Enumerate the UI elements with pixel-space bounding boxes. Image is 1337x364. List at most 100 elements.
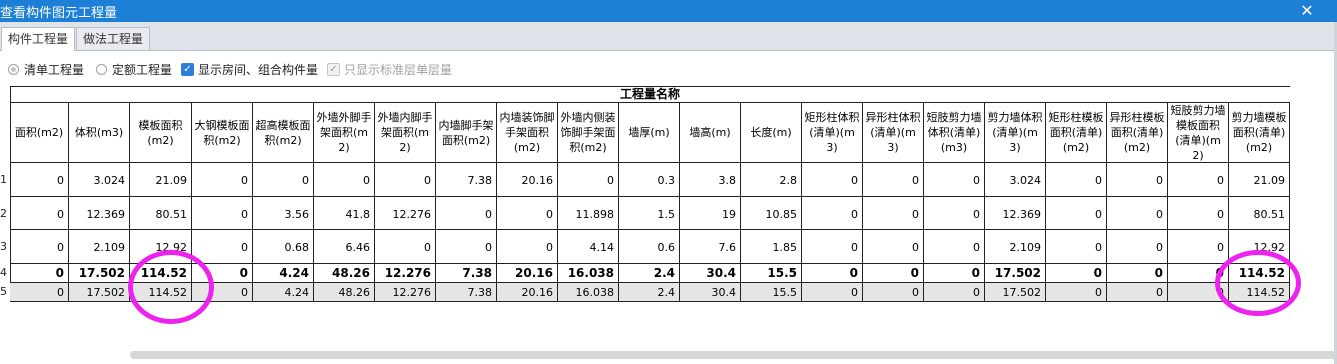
column-header[interactable]: 长度(m) [741, 103, 802, 163]
table-cell[interactable]: 3.56 [253, 197, 314, 230]
column-header[interactable]: 外墙内脚手架面积(m2) [375, 103, 436, 163]
table-cell[interactable]: 11.898 [558, 197, 619, 230]
table-cell[interactable]: 21.09 [130, 163, 192, 197]
table-cell[interactable]: 1.5 [619, 197, 680, 230]
column-header[interactable]: 短肢剪力墙模板面积(清单)(m2) [1168, 103, 1229, 163]
table-cell[interactable]: 0 [1107, 197, 1168, 230]
table-cell[interactable]: 0 [1046, 283, 1107, 302]
table-cell[interactable]: 16.038 [558, 283, 619, 302]
table-cell[interactable]: 4.24 [253, 264, 314, 283]
column-header[interactable]: 异形柱体积(清单)(m3) [863, 103, 924, 163]
column-header[interactable]: 墙厚(m) [619, 103, 680, 163]
column-header[interactable]: 剪力墙体积(清单)(m3) [985, 103, 1046, 163]
table-cell[interactable]: 0 [1046, 230, 1107, 264]
column-header[interactable]: 内墙装饰脚手架面积(m2) [497, 103, 558, 163]
table-cell[interactable]: 80.51 [130, 197, 192, 230]
table-cell[interactable]: 0 [497, 230, 558, 264]
table-cell[interactable]: 15.5 [741, 283, 802, 302]
table-cell[interactable]: 17.502 [69, 264, 130, 283]
table-cell[interactable]: 17.502 [985, 264, 1046, 283]
table-cell[interactable]: 1.85 [741, 230, 802, 264]
table-cell[interactable]: 6.46 [314, 230, 375, 264]
table-cell[interactable]: 7.6 [680, 230, 741, 264]
table-cell[interactable]: 2.109 [985, 230, 1046, 264]
table-cell[interactable]: 12.276 [375, 264, 436, 283]
column-header[interactable]: 面积(m2) [10, 103, 69, 163]
table-cell[interactable]: 0 [436, 230, 497, 264]
column-header[interactable]: 内墙脚手架面积(m2) [436, 103, 497, 163]
table-cell[interactable]: 12.369 [985, 197, 1046, 230]
table-cell[interactable]: 4.24 [253, 283, 314, 302]
table-cell[interactable]: 2.8 [741, 163, 802, 197]
table-cell[interactable]: 12.276 [375, 197, 436, 230]
table-cell[interactable]: 0 [1046, 264, 1107, 283]
table-cell[interactable]: 3.024 [69, 163, 130, 197]
table-cell[interactable]: 48.26 [314, 283, 375, 302]
table-cell[interactable]: 0 [863, 163, 924, 197]
table-cell[interactable]: 0 [863, 283, 924, 302]
table-cell[interactable]: 41.8 [314, 197, 375, 230]
table-cell[interactable]: 0 [10, 230, 69, 264]
column-header[interactable]: 大钢模板面积(m2) [192, 103, 253, 163]
table-cell[interactable]: 0.68 [253, 230, 314, 264]
table-cell[interactable]: 0 [924, 163, 985, 197]
table-cell[interactable]: 20.16 [497, 283, 558, 302]
table-cell[interactable]: 2.4 [619, 264, 680, 283]
table-cell[interactable]: 0 [863, 197, 924, 230]
table-cell[interactable]: 0 [802, 283, 863, 302]
column-header[interactable]: 外墙内侧装饰脚手架面积(m2) [558, 103, 619, 163]
table-cell[interactable]: 0 [924, 197, 985, 230]
table-cell[interactable]: 0 [10, 264, 69, 283]
table-cell[interactable]: 0 [375, 163, 436, 197]
table-cell[interactable]: 7.38 [436, 163, 497, 197]
table-cell[interactable]: 0 [10, 197, 69, 230]
table-cell[interactable]: 0 [1107, 230, 1168, 264]
table-cell[interactable]: 0 [802, 264, 863, 283]
table-cell[interactable]: 20.16 [497, 163, 558, 197]
table-cell[interactable]: 15.5 [741, 264, 802, 283]
tab-method-quantity[interactable]: 做法工程量 [76, 27, 151, 50]
horizontal-scrollbar[interactable] [130, 351, 1337, 359]
table-cell[interactable]: 0 [802, 163, 863, 197]
table-cell[interactable]: 7.38 [436, 264, 497, 283]
table-cell[interactable]: 3.8 [680, 163, 741, 197]
column-header[interactable]: 模板面积(m2) [130, 103, 192, 163]
table-cell[interactable]: 4.14 [558, 230, 619, 264]
table-cell[interactable]: 0.6 [619, 230, 680, 264]
table-cell[interactable]: 17.502 [985, 283, 1046, 302]
table-cell[interactable]: 0 [253, 163, 314, 197]
table-cell[interactable]: 0 [1168, 197, 1229, 230]
table-cell[interactable]: 80.51 [1229, 197, 1290, 230]
table-cell[interactable]: 0 [802, 230, 863, 264]
table-cell[interactable]: 0 [10, 163, 69, 197]
table-cell[interactable]: 0 [314, 163, 375, 197]
table-cell[interactable]: 2.109 [69, 230, 130, 264]
column-header[interactable]: 异形柱模板面积(清单)(m2) [1107, 103, 1168, 163]
tab-component-quantity[interactable]: 构件工程量 [1, 27, 76, 51]
column-header[interactable]: 外墙外脚手架面积(m2) [314, 103, 375, 163]
table-cell[interactable]: 0 [192, 230, 253, 264]
table-cell[interactable]: 12.369 [69, 197, 130, 230]
table-cell[interactable]: 0 [863, 230, 924, 264]
column-header[interactable]: 矩形柱模板面积(清单)(m2) [1046, 103, 1107, 163]
column-header[interactable]: 短肢剪力墙体积(清单)(m3) [924, 103, 985, 163]
table-cell[interactable]: 0 [1107, 264, 1168, 283]
column-header[interactable]: 体积(m3) [69, 103, 130, 163]
table-cell[interactable]: 21.09 [1229, 163, 1290, 197]
table-cell[interactable]: 0 [192, 197, 253, 230]
table-cell[interactable]: 0 [924, 230, 985, 264]
table-cell[interactable]: 0 [10, 283, 69, 302]
table-cell[interactable]: 0 [497, 197, 558, 230]
radio-quota-quantity[interactable]: 定额工程量 [96, 61, 172, 78]
table-cell[interactable]: 0 [1046, 197, 1107, 230]
table-cell[interactable]: 0 [1107, 283, 1168, 302]
table-cell[interactable]: 2.4 [619, 283, 680, 302]
table-cell[interactable]: 0 [1168, 163, 1229, 197]
table-cell[interactable]: 48.26 [314, 264, 375, 283]
table-cell[interactable]: 3.024 [985, 163, 1046, 197]
table-cell[interactable]: 0 [1046, 163, 1107, 197]
table-cell[interactable]: 0 [1107, 163, 1168, 197]
table-cell[interactable]: 16.038 [558, 264, 619, 283]
column-header[interactable]: 剪力墙模板面积(清单)(m2) [1229, 103, 1290, 163]
table-cell[interactable]: 0 [558, 163, 619, 197]
